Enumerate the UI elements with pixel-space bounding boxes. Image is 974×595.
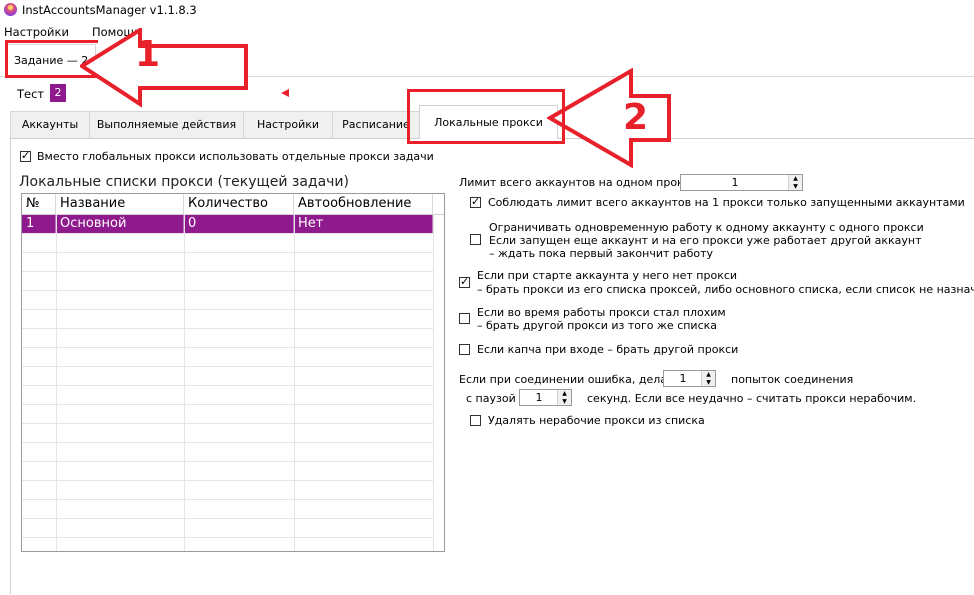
grid-row-line <box>22 366 433 367</box>
task-highlight-frame <box>5 40 98 78</box>
cell-num: 1 <box>22 215 56 233</box>
table-row[interactable]: 1 Основной 0 Нет <box>22 215 433 233</box>
grid-row-line <box>22 271 433 272</box>
spin-up-icon[interactable]: ▲ <box>558 390 571 397</box>
callout-number-2: 2 <box>623 97 649 138</box>
grid-row-line <box>22 233 433 234</box>
bad-proxy-checkbox[interactable] <box>459 313 470 324</box>
no-proxy-label-1: Если при старте аккаунта у него нет прок… <box>477 269 738 282</box>
pause-spinner[interactable]: 1 ▲ ▼ <box>519 389 572 406</box>
cell-auto-update: Нет <box>294 215 433 233</box>
spinner-buttons[interactable]: ▲ ▼ <box>788 175 802 190</box>
spinner-buttons[interactable]: ▲ ▼ <box>557 390 571 405</box>
single-account-label-1: Ограничивать одновременную работу к одно… <box>489 221 924 234</box>
spinner-buttons[interactable]: ▲ ▼ <box>701 371 715 386</box>
tab-accounts[interactable]: Аккаунты <box>10 111 90 138</box>
grid-row-line <box>22 442 433 443</box>
single-account-label-2: Если запущен еще аккаунт и на его прокси… <box>489 234 922 247</box>
grid-row-line <box>22 404 433 405</box>
column-header-auto-update[interactable]: Автообновление <box>294 194 433 214</box>
attempts-value[interactable]: 1 <box>664 371 702 386</box>
tab-highlight-frame <box>407 89 565 144</box>
pause-suffix: секунд. Если все неудачно – считать прок… <box>587 392 917 405</box>
proxy-lists-title: Локальные списки прокси (текущей задачи) <box>19 174 349 190</box>
grid-column-line <box>184 214 185 551</box>
tab-settings[interactable]: Настройки <box>243 111 333 138</box>
spin-down-icon[interactable]: ▼ <box>558 398 571 405</box>
no-proxy-label-2: – брать прокси из его списка проксей, ли… <box>477 283 974 296</box>
respect-limit-label: Соблюдать лимит всего аккаунтов на 1 про… <box>488 196 965 209</box>
limit-label: Лимит всего аккаунтов на одном прокси <box>459 176 697 189</box>
limit-value[interactable]: 1 <box>681 175 789 190</box>
conn-error-prefix: Если при соединении ошибка, делать <box>459 373 680 386</box>
delete-bad-label: Удалять нерабочие прокси из списка <box>488 414 705 427</box>
callout-arrow-2-icon <box>547 68 671 168</box>
column-header-name[interactable]: Название <box>56 194 184 214</box>
spin-down-icon[interactable]: ▼ <box>702 379 715 386</box>
callout-arrow-1-icon <box>80 28 248 108</box>
tab-actions[interactable]: Выполняемые действия <box>89 111 244 138</box>
grid-row-line <box>22 252 433 253</box>
use-local-proxy-checkbox[interactable] <box>20 149 31 163</box>
limit-spinner[interactable]: 1 ▲ ▼ <box>680 174 803 191</box>
column-header-num[interactable]: № <box>22 194 56 214</box>
column-header-count[interactable]: Количество <box>184 194 294 214</box>
attempts-suffix: попыток соединения <box>731 373 854 386</box>
use-local-proxy-label: Вместо глобальных прокси использовать от… <box>37 150 434 163</box>
attempts-spinner[interactable]: 1 ▲ ▼ <box>663 370 716 387</box>
table-header: № Название Количество Автообновление <box>22 194 444 215</box>
grid-column-line <box>56 214 57 551</box>
grid-row-line <box>22 385 433 386</box>
delete-bad-checkbox[interactable] <box>470 415 481 426</box>
red-arrow-marker-icon <box>281 89 289 97</box>
grid-row-line <box>22 423 433 424</box>
grid-column-line <box>433 214 434 551</box>
spin-up-icon[interactable]: ▲ <box>702 371 715 378</box>
grid-row-line <box>22 328 433 329</box>
grid-row-line <box>22 518 433 519</box>
no-proxy-checkbox[interactable] <box>459 275 470 289</box>
respect-limit-checkbox[interactable] <box>470 195 481 209</box>
subtask-badge[interactable]: 2 <box>50 84 66 102</box>
grid-row-line <box>22 461 433 462</box>
spin-down-icon[interactable]: ▼ <box>789 183 802 190</box>
grid-row-line <box>22 290 433 291</box>
bad-proxy-label-1: Если во время работы прокси стал плохим <box>477 306 726 319</box>
grid-column-line <box>294 214 295 551</box>
pause-value[interactable]: 1 <box>520 390 558 405</box>
single-account-label-3: – ждать пока первый закончит работу <box>489 247 714 260</box>
grid-row-line <box>22 309 433 310</box>
subtask-label[interactable]: Тест <box>17 87 44 101</box>
menu-settings[interactable]: Настройки <box>4 25 69 39</box>
grid-row-line <box>22 347 433 348</box>
grid-row-line <box>22 480 433 481</box>
proxy-lists-table[interactable]: № Название Количество Автообновление 1 О… <box>21 193 445 552</box>
single-account-checkbox[interactable] <box>470 234 481 245</box>
app-logo-icon <box>4 3 17 16</box>
window-title: InstAccountsManager v1.1.8.3 <box>22 3 197 17</box>
bad-proxy-label-2: – брать другой прокси из того же списка <box>477 319 718 332</box>
captcha-checkbox[interactable] <box>459 344 470 355</box>
spin-up-icon[interactable]: ▲ <box>789 175 802 182</box>
cell-name: Основной <box>56 215 184 233</box>
callout-number-1: 1 <box>135 34 161 75</box>
grid-row-line <box>22 499 433 500</box>
grid-row-line <box>22 537 433 538</box>
cell-count: 0 <box>184 215 294 233</box>
captcha-label: Если капча при входе – брать другой прок… <box>477 343 739 356</box>
pause-prefix: с паузой <box>466 392 516 405</box>
